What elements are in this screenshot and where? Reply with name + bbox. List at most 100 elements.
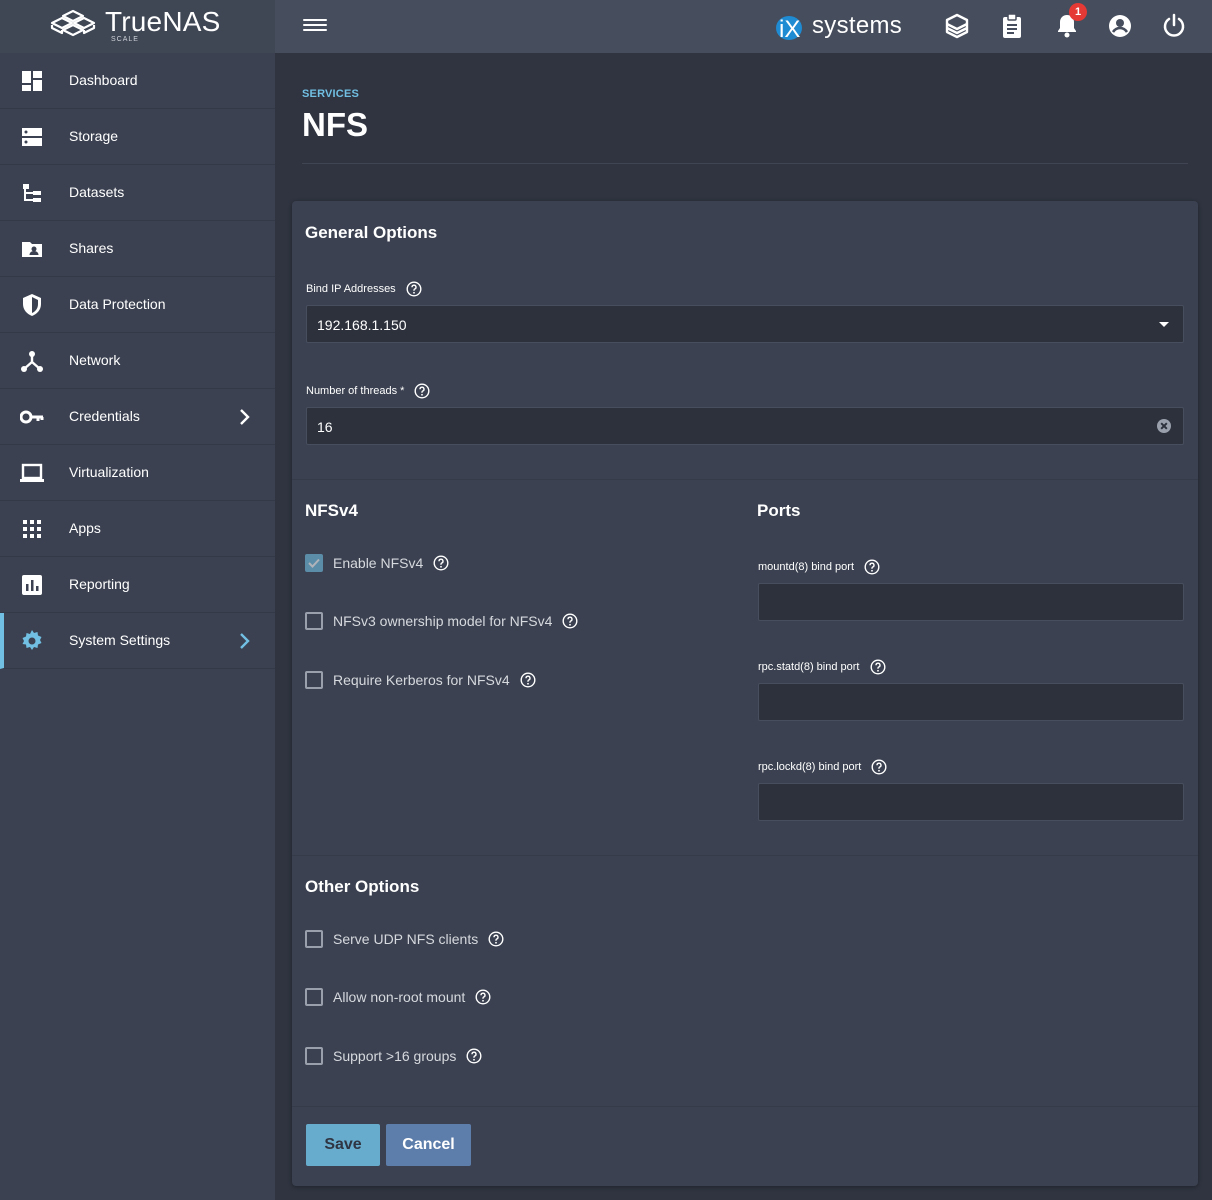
sidebar-item-label: System Settings bbox=[69, 632, 171, 648]
support-16-groups-label: Support >16 groups bbox=[333, 1048, 457, 1064]
general-options-title: General Options bbox=[305, 223, 438, 242]
brand-edition: SCALE bbox=[111, 36, 139, 43]
dashboard-icon bbox=[22, 71, 42, 91]
brand-area[interactable]: TrueNAS SCALE bbox=[0, 0, 275, 53]
enable-nfsv4-label: Enable NFSv4 bbox=[333, 555, 424, 571]
lockd-port-input[interactable] bbox=[758, 783, 1184, 821]
bind-ip-value: 192.168.1.150 bbox=[317, 317, 407, 333]
checkbox-unchecked-icon[interactable] bbox=[305, 671, 323, 689]
section-divider bbox=[292, 1106, 1198, 1107]
help-icon[interactable] bbox=[864, 559, 880, 575]
top-bar: TrueNAS SCALE iX systems 1 bbox=[0, 0, 1212, 53]
cancel-button[interactable]: Cancel bbox=[386, 1124, 471, 1166]
sidebar-item-system-settings[interactable]: System Settings bbox=[0, 613, 275, 669]
help-icon[interactable] bbox=[406, 281, 422, 297]
lockd-label: rpc.lockd(8) bind port bbox=[758, 759, 887, 775]
bind-ip-label: Bind IP Addresses bbox=[306, 281, 422, 297]
page-title: NFS bbox=[302, 106, 368, 143]
nfsv3-ownership-checkbox[interactable]: NFSv3 ownership model for NFSv4 bbox=[305, 612, 578, 630]
sidebar-item-network[interactable]: Network bbox=[0, 333, 275, 389]
checkbox-checked-icon[interactable] bbox=[305, 554, 323, 572]
breadcrumb-item[interactable]: SERVICES bbox=[302, 88, 359, 100]
truenas-logo-icon bbox=[50, 9, 96, 37]
breadcrumb: SERVICES bbox=[302, 84, 359, 102]
sidebar-item-dashboard[interactable]: Dashboard bbox=[0, 53, 275, 109]
serve-udp-label: Serve UDP NFS clients bbox=[333, 931, 479, 947]
help-icon[interactable] bbox=[869, 659, 886, 675]
mountd-port-input[interactable] bbox=[758, 583, 1184, 621]
bind-ip-label-text: Bind IP Addresses bbox=[306, 283, 396, 295]
threads-input[interactable]: 16 bbox=[306, 407, 1184, 445]
mountd-label: mountd(8) bind port bbox=[758, 559, 880, 575]
help-icon[interactable] bbox=[475, 989, 491, 1005]
sidebar-item-credentials[interactable]: Credentials bbox=[0, 389, 275, 445]
account-icon[interactable] bbox=[1106, 12, 1134, 40]
help-icon[interactable] bbox=[871, 759, 887, 775]
ix-mark-text: iX bbox=[779, 16, 800, 43]
serve-udp-checkbox[interactable]: Serve UDP NFS clients bbox=[305, 930, 504, 948]
help-icon[interactable] bbox=[562, 613, 578, 629]
checkbox-unchecked-icon[interactable] bbox=[305, 988, 323, 1006]
ports-title: Ports bbox=[757, 501, 801, 520]
enable-nfsv4-checkbox[interactable]: Enable NFSv4 bbox=[305, 554, 449, 572]
help-icon[interactable] bbox=[520, 672, 536, 688]
sidebar-item-label: Credentials bbox=[69, 408, 140, 424]
sidebar-item-label: Datasets bbox=[69, 184, 125, 200]
sidebar-item-virtualization[interactable]: Virtualization bbox=[0, 445, 275, 501]
checkbox-unchecked-icon[interactable] bbox=[305, 930, 323, 948]
datasets-icon bbox=[23, 184, 41, 202]
section-divider bbox=[292, 855, 1198, 856]
sidebar-item-label: Storage bbox=[69, 128, 119, 144]
sidebar-item-data-protection[interactable]: Data Protection bbox=[0, 277, 275, 333]
network-icon bbox=[21, 351, 43, 372]
sidebar-item-datasets[interactable]: Datasets bbox=[0, 165, 275, 221]
nfsv4-title: NFSv4 bbox=[305, 501, 358, 520]
shield-icon bbox=[23, 294, 41, 316]
apps-grid-icon bbox=[23, 520, 41, 538]
help-icon[interactable] bbox=[466, 1048, 482, 1064]
chevron-right-icon bbox=[240, 633, 250, 649]
allow-nonroot-checkbox[interactable]: Allow non-root mount bbox=[305, 988, 491, 1006]
sidebar: Dashboard Storage Datasets Shares Data P… bbox=[0, 53, 275, 1200]
power-icon[interactable] bbox=[1160, 12, 1188, 40]
notifications-bell-icon[interactable]: 1 bbox=[1053, 3, 1087, 40]
checkbox-unchecked-icon[interactable] bbox=[305, 612, 323, 630]
support-16-groups-checkbox[interactable]: Support >16 groups bbox=[305, 1047, 482, 1065]
sidebar-item-reporting[interactable]: Reporting bbox=[0, 557, 275, 613]
sidebar-item-label: Data Protection bbox=[69, 296, 166, 312]
help-icon[interactable] bbox=[414, 383, 430, 399]
help-icon[interactable] bbox=[488, 931, 504, 947]
sidebar-item-label: Virtualization bbox=[69, 464, 149, 480]
truecommand-icon[interactable] bbox=[943, 12, 971, 40]
sidebar-item-label: Dashboard bbox=[69, 72, 138, 88]
checkbox-unchecked-icon[interactable] bbox=[305, 1047, 323, 1065]
threads-label-text: Number of threads * bbox=[306, 385, 405, 397]
statd-label-text: rpc.statd(8) bind port bbox=[758, 661, 860, 673]
statd-port-input[interactable] bbox=[758, 683, 1184, 721]
ix-mark-icon: iX bbox=[772, 11, 802, 43]
sidebar-item-label: Apps bbox=[69, 520, 101, 536]
header-divider bbox=[302, 163, 1188, 164]
clear-icon[interactable] bbox=[1157, 419, 1171, 433]
section-divider bbox=[292, 479, 1198, 480]
sidebar-item-label: Shares bbox=[69, 240, 114, 256]
brand-name: TrueNAS bbox=[105, 6, 221, 37]
mountd-label-text: mountd(8) bind port bbox=[758, 561, 854, 573]
sidebar-item-storage[interactable]: Storage bbox=[0, 109, 275, 165]
require-kerberos-checkbox[interactable]: Require Kerberos for NFSv4 bbox=[305, 671, 536, 689]
sidebar-item-label: Reporting bbox=[69, 576, 130, 592]
shares-icon bbox=[22, 242, 42, 257]
lockd-label-text: rpc.lockd(8) bind port bbox=[758, 761, 862, 773]
tasks-clipboard-icon[interactable] bbox=[998, 12, 1026, 40]
threads-value: 16 bbox=[317, 419, 333, 435]
sidebar-item-apps[interactable]: Apps bbox=[0, 501, 275, 557]
ix-systems-logo[interactable]: iX systems bbox=[772, 8, 902, 44]
menu-toggle-icon[interactable] bbox=[303, 16, 327, 36]
notification-badge: 1 bbox=[1069, 3, 1087, 21]
sidebar-item-shares[interactable]: Shares bbox=[0, 221, 275, 277]
help-icon[interactable] bbox=[433, 555, 449, 571]
key-icon bbox=[20, 410, 44, 424]
other-options-title: Other Options bbox=[305, 877, 420, 896]
bind-ip-select[interactable]: 192.168.1.150 bbox=[306, 305, 1184, 343]
save-button[interactable]: Save bbox=[306, 1124, 380, 1166]
